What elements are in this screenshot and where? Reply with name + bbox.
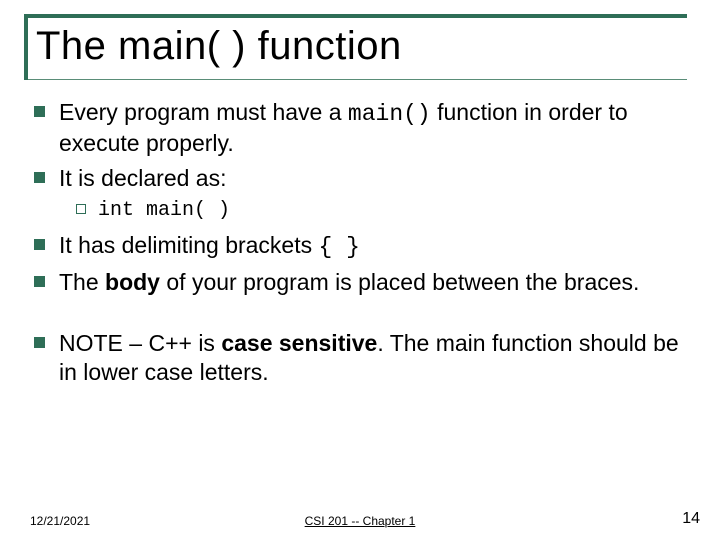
text-run: NOTE – C++ is	[59, 330, 221, 356]
code-run: int main( )	[98, 198, 230, 223]
sub-bullet-item: int main( )	[76, 198, 684, 223]
bullet-item: It is declared as:	[34, 164, 684, 193]
title-rule-left	[24, 14, 28, 80]
bullet-item: It has delimiting brackets { }	[34, 231, 684, 262]
square-bullet-icon	[34, 276, 45, 287]
title-block: The main( ) function	[18, 14, 702, 80]
bold-run: case sensitive	[221, 330, 377, 356]
footer-center: CSI 201 -- Chapter 1	[0, 514, 720, 528]
bullet-text: It has delimiting brackets { }	[59, 231, 684, 262]
spacer	[34, 303, 684, 329]
bullet-text: The body of your program is placed betwe…	[59, 268, 684, 297]
text-run: The	[59, 269, 105, 295]
bullet-item: The body of your program is placed betwe…	[34, 268, 684, 297]
square-bullet-icon	[34, 337, 45, 348]
square-bullet-icon	[34, 106, 45, 117]
slide-title: The main( ) function	[18, 18, 702, 79]
slide: The main( ) function Every program must …	[0, 0, 720, 540]
bullet-text: It is declared as:	[59, 164, 684, 193]
bullet-text: NOTE – C++ is case sensitive. The main f…	[59, 329, 684, 387]
bullet-item: NOTE – C++ is case sensitive. The main f…	[34, 329, 684, 387]
title-rule-bottom	[24, 79, 687, 80]
code-run: { }	[319, 234, 360, 260]
hollow-square-bullet-icon	[76, 204, 86, 214]
bullet-text: Every program must have a main() functio…	[59, 98, 684, 158]
square-bullet-icon	[34, 239, 45, 250]
bullet-item: Every program must have a main() functio…	[34, 98, 684, 158]
code-run: main()	[348, 101, 431, 127]
slide-body: Every program must have a main() functio…	[34, 98, 684, 392]
footer-page-number: 14	[682, 510, 700, 528]
square-bullet-icon	[34, 172, 45, 183]
text-run: Every program must have a	[59, 99, 348, 125]
text-run: of your program is placed between the br…	[160, 269, 639, 295]
text-run: It has delimiting brackets	[59, 232, 319, 258]
bold-run: body	[105, 269, 160, 295]
